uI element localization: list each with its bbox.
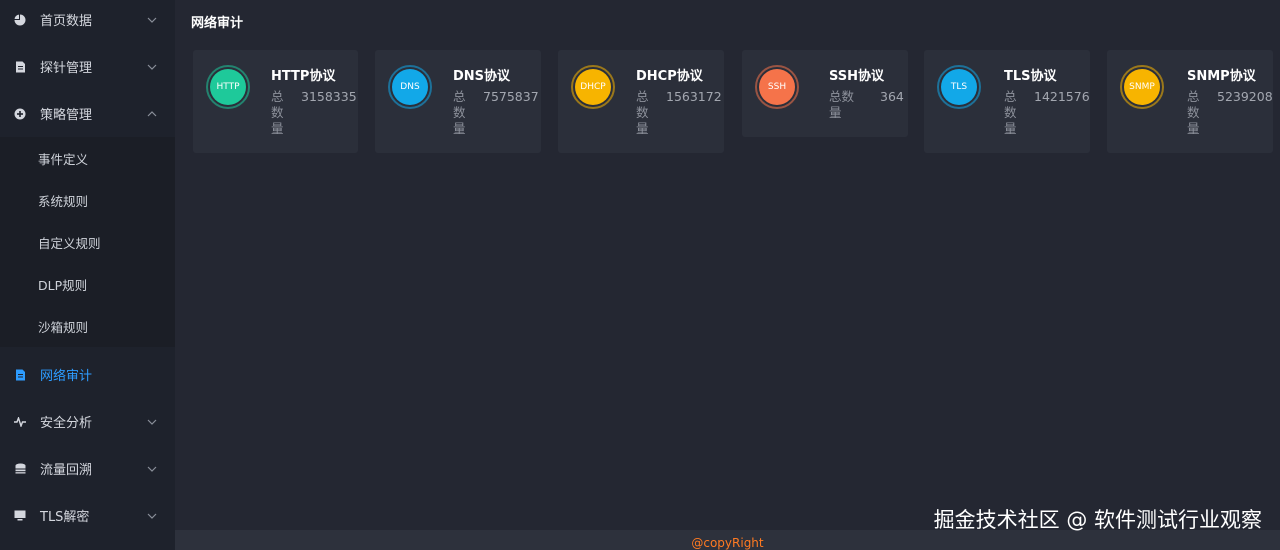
card-label: 总数量 xyxy=(829,89,855,120)
chevron-down-icon xyxy=(147,62,157,72)
card-title: DNS协议 xyxy=(453,69,511,84)
card-label: 总数量 xyxy=(1004,89,1017,136)
main-content: 网络审计 HTTP HTTP协议 总数量 3158335 DNS DNS协议 总… xyxy=(175,0,1280,530)
sidebar-item-label: 安全分析 xyxy=(40,416,93,431)
protocol-card-tls[interactable]: TLS TLS协议 总数量 1421576 xyxy=(924,50,1090,153)
protocol-card-http[interactable]: HTTP HTTP协议 总数量 3158335 xyxy=(193,50,358,153)
card-label: 总数量 xyxy=(636,89,649,136)
sidebar-item-label: 网络审计 xyxy=(40,369,93,384)
card-title: DHCP协议 xyxy=(636,69,703,84)
card-label: 总数量 xyxy=(271,89,284,136)
copyright-text: @copyRight xyxy=(691,536,764,550)
sidebar-item-traffic-backtrack[interactable]: 流量回溯 xyxy=(0,445,175,492)
chevron-down-icon xyxy=(147,464,157,474)
tls-badge-icon: TLS xyxy=(937,65,981,109)
http-badge-icon: HTTP xyxy=(206,65,250,109)
card-label: 总数量 xyxy=(453,89,466,136)
card-count: 5239208 xyxy=(1217,89,1273,104)
protocol-card-snmp[interactable]: SNMP SNMP协议 总数量 5239208 xyxy=(1107,50,1273,153)
document-icon xyxy=(14,369,26,381)
sidebar-item-network-audit[interactable]: 网络审计 xyxy=(0,351,175,398)
sidebar-item-security-analysis[interactable]: 安全分析 xyxy=(0,398,175,445)
sidebar-item-label: 探针管理 xyxy=(40,61,93,76)
page-title: 网络审计 xyxy=(191,16,244,31)
card-count: 1421576 xyxy=(1034,89,1090,104)
pie-chart-icon xyxy=(14,14,26,26)
protocol-card-ssh[interactable]: SSH SSH协议 总数量 364 xyxy=(742,50,908,137)
sidebar-item-tls-decrypt[interactable]: TLS解密 xyxy=(0,492,175,539)
card-title: TLS协议 xyxy=(1004,69,1057,84)
sidebar-item-label: 首页数据 xyxy=(40,14,93,29)
sidebar-item-label: 流量回溯 xyxy=(40,463,93,478)
submenu-item-custom-rules[interactable]: 自定义规则 xyxy=(0,221,175,263)
sidebar-item-label: TLS解密 xyxy=(40,510,90,525)
submenu-item-dlp-rules[interactable]: DLP规则 xyxy=(0,263,175,305)
card-title: HTTP协议 xyxy=(271,69,336,84)
card-label: 总数量 xyxy=(1187,89,1200,136)
snmp-badge-icon: SNMP xyxy=(1120,65,1164,109)
submenu-item-event-definition[interactable]: 事件定义 xyxy=(0,137,175,179)
sidebar-item-label: 策略管理 xyxy=(40,108,93,123)
card-count: 3158335 xyxy=(301,89,357,104)
sidebar-item-home-data[interactable]: 首页数据 xyxy=(0,0,175,43)
card-title: SNMP协议 xyxy=(1187,69,1256,84)
policy-submenu: 事件定义 系统规则 自定义规则 DLP规则 沙箱规则 xyxy=(0,137,175,347)
sidebar-item-policy-management[interactable]: 策略管理 xyxy=(0,90,175,137)
chevron-down-icon xyxy=(147,15,157,25)
monitor-icon xyxy=(14,510,26,522)
submenu-item-sandbox-rules[interactable]: 沙箱规则 xyxy=(0,305,175,347)
card-title: SSH协议 xyxy=(829,69,885,84)
card-count: 364 xyxy=(880,89,904,104)
database-icon xyxy=(14,463,26,475)
chevron-down-icon xyxy=(147,417,157,427)
protocol-card-dhcp[interactable]: DHCP DHCP协议 总数量 1563172 xyxy=(558,50,724,153)
protocol-card-dns[interactable]: DNS DNS协议 总数量 7575837 xyxy=(375,50,541,153)
chevron-up-icon xyxy=(147,109,157,119)
card-count: 1563172 xyxy=(666,89,722,104)
document-icon xyxy=(14,61,26,73)
chevron-down-icon xyxy=(147,511,157,521)
dhcp-badge-icon: DHCP xyxy=(571,65,615,109)
sidebar-item-probe-management[interactable]: 探针管理 xyxy=(0,43,175,90)
card-count: 7575837 xyxy=(483,89,539,104)
sidebar: 首页数据 探针管理 策略管理 事件定义 系统规则 自定义规则 DLP规则 沙箱规… xyxy=(0,0,175,550)
watermark-text: 掘金技术社区 @ 软件测试行业观察 xyxy=(933,508,1262,532)
ssh-badge-icon: SSH xyxy=(755,65,799,109)
pulse-icon xyxy=(14,416,26,428)
dns-badge-icon: DNS xyxy=(388,65,432,109)
submenu-item-system-rules[interactable]: 系统规则 xyxy=(0,179,175,221)
plus-circle-icon xyxy=(14,108,26,120)
